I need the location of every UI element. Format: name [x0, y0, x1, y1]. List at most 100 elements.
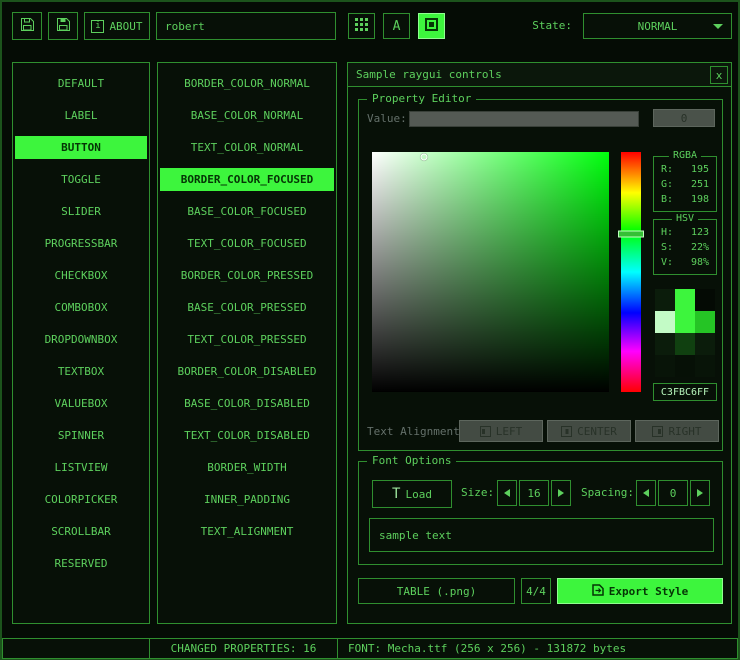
property-item[interactable]: BORDER_COLOR_DISABLED	[160, 360, 334, 383]
sample-text-input[interactable]: sample text	[369, 518, 714, 552]
hex-color-input[interactable]: C3FBC6FF	[653, 383, 717, 401]
value-slider[interactable]	[409, 111, 639, 127]
statusbar-left-cell	[2, 638, 150, 659]
h-value: 123	[691, 225, 709, 240]
control-item[interactable]: SPINNER	[15, 424, 147, 447]
hsv-label: HSV	[672, 213, 698, 224]
palette-cell[interactable]	[655, 355, 675, 377]
control-item[interactable]: DROPDOWNBOX	[15, 328, 147, 351]
file-open-icon	[20, 17, 35, 35]
property-item[interactable]: TEXT_COLOR_PRESSED	[160, 328, 334, 351]
arrow-left-icon	[504, 489, 510, 497]
property-item[interactable]: BORDER_WIDTH	[160, 456, 334, 479]
control-item[interactable]: DEFAULT	[15, 72, 147, 95]
font-load-label: Load	[405, 488, 432, 501]
spacing-value: 0	[670, 487, 677, 500]
statusbar-font-info: FONT: Mecha.ttf (256 x 256) - 131872 byt…	[337, 638, 738, 659]
property-item[interactable]: BASE_COLOR_DISABLED	[160, 392, 334, 415]
align-center-label: CENTER	[577, 425, 617, 438]
floppy-disk-icon	[56, 17, 71, 35]
control-item[interactable]: SLIDER	[15, 200, 147, 223]
property-item[interactable]: TEXT_ALIGNMENT	[160, 520, 334, 543]
r-value: 195	[691, 162, 709, 177]
align-right-button[interactable]: RIGHT	[635, 420, 719, 442]
palette-cell[interactable]	[695, 289, 715, 311]
property-item[interactable]: BORDER_COLOR_PRESSED	[160, 264, 334, 287]
control-item[interactable]: TEXTBOX	[15, 360, 147, 383]
chevron-down-icon	[713, 24, 723, 29]
property-item[interactable]: TEXT_COLOR_DISABLED	[160, 424, 334, 447]
export-style-button[interactable]: Export Style	[557, 578, 723, 604]
property-item[interactable]: INNER_PADDING	[160, 488, 334, 511]
controls-grid-view-button[interactable]	[348, 13, 375, 39]
palette-cell[interactable]	[675, 289, 695, 311]
property-item[interactable]: BORDER_COLOR_NORMAL	[160, 72, 334, 95]
hue-bar[interactable]	[621, 152, 641, 392]
value-box[interactable]: 0	[653, 109, 715, 127]
palette-cell[interactable]	[695, 311, 715, 333]
rgba-readout: RGBA R: 195 G: 251 B: 198	[653, 156, 717, 212]
g-label: G:	[661, 177, 673, 192]
control-item[interactable]: TOGGLE	[15, 168, 147, 191]
style-name-input[interactable]	[156, 12, 336, 40]
r-label: R:	[661, 162, 673, 177]
size-increment-button[interactable]	[551, 480, 571, 506]
property-item[interactable]: BASE_COLOR_FOCUSED	[160, 200, 334, 223]
size-value-box[interactable]: 16	[519, 480, 549, 506]
rgba-label: RGBA	[669, 150, 701, 161]
palette-cell[interactable]	[695, 333, 715, 355]
hue-handle[interactable]	[618, 230, 644, 237]
control-item[interactable]: SCROLLBAR	[15, 520, 147, 543]
control-item-selected[interactable]: BUTTON	[15, 136, 147, 159]
control-item[interactable]: CHECKBOX	[15, 264, 147, 287]
style-table-view-button[interactable]	[418, 13, 445, 39]
hsv-s-row: S: 22%	[654, 240, 716, 255]
statusbar-changed-properties: CHANGED PROPERTIES: 16	[149, 638, 338, 659]
rgba-b-row: B: 198	[654, 192, 716, 207]
palette-cell[interactable]	[675, 333, 695, 355]
window-titlebar[interactable]: Sample raygui controls	[348, 63, 731, 87]
sv-cursor[interactable]	[421, 153, 428, 160]
property-item[interactable]: BASE_COLOR_NORMAL	[160, 104, 334, 127]
font-settings-button[interactable]: A	[383, 13, 410, 39]
about-button[interactable]: i ABOUT	[84, 12, 150, 40]
palette-cell[interactable]	[655, 289, 675, 311]
control-item[interactable]: VALUEBOX	[15, 392, 147, 415]
save-style-button[interactable]	[48, 12, 78, 40]
size-decrement-button[interactable]	[497, 480, 517, 506]
control-item[interactable]: PROGRESSBAR	[15, 232, 147, 255]
control-item[interactable]: COLORPICKER	[15, 488, 147, 511]
property-item-selected[interactable]: BORDER_COLOR_FOCUSED	[160, 168, 334, 191]
spacing-increment-button[interactable]	[690, 480, 710, 506]
window-title: Sample raygui controls	[356, 68, 502, 81]
control-item[interactable]: LISTVIEW	[15, 456, 147, 479]
state-label: State:	[472, 13, 572, 39]
control-item[interactable]: RESERVED	[15, 552, 147, 575]
palette-cell[interactable]	[675, 355, 695, 377]
property-editor-label: Property Editor	[367, 92, 476, 105]
align-left-icon	[480, 426, 491, 437]
window-close-button[interactable]: x	[710, 66, 728, 84]
spacing-decrement-button[interactable]	[636, 480, 656, 506]
property-item[interactable]: TEXT_COLOR_FOCUSED	[160, 232, 334, 255]
load-style-button[interactable]	[12, 12, 42, 40]
property-item[interactable]: BASE_COLOR_PRESSED	[160, 296, 334, 319]
font-load-button[interactable]: T Load	[372, 480, 452, 508]
h-label: H:	[661, 225, 673, 240]
control-item[interactable]: COMBOBOX	[15, 296, 147, 319]
align-center-icon	[561, 426, 572, 437]
grid-icon	[355, 18, 368, 34]
align-left-button[interactable]: LEFT	[459, 420, 543, 442]
control-item[interactable]: LABEL	[15, 104, 147, 127]
state-dropdown[interactable]: NORMAL	[583, 13, 732, 39]
spacing-value-box[interactable]: 0	[658, 480, 688, 506]
property-item[interactable]: TEXT_COLOR_NORMAL	[160, 136, 334, 159]
palette-cell[interactable]	[655, 311, 675, 333]
palette-cell[interactable]	[695, 355, 715, 377]
value-label: Value:	[367, 112, 407, 125]
palette-cell[interactable]	[655, 333, 675, 355]
export-format-dropdown[interactable]: TABLE (.png)	[358, 578, 515, 604]
color-picker-area[interactable]	[372, 152, 609, 392]
align-center-button[interactable]: CENTER	[547, 420, 631, 442]
palette-cell[interactable]	[675, 311, 695, 333]
